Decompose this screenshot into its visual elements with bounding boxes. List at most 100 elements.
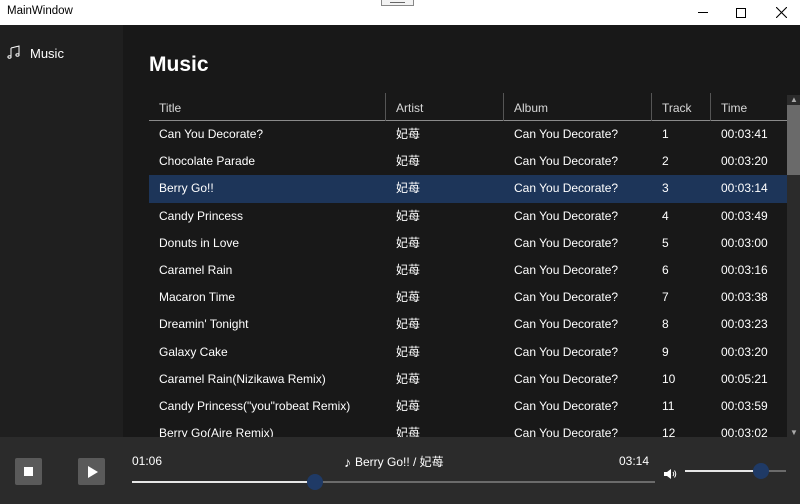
- table-scrollbar[interactable]: ▲ ▼: [787, 95, 800, 437]
- cell-artist: 妃苺: [396, 426, 421, 437]
- player-bar: 01:06 ♪ Berry Go!! / 妃苺 03:14: [0, 437, 800, 504]
- maximize-icon: [736, 7, 746, 18]
- table-row[interactable]: Caramel Rain 妃苺 Can You Decorate? 6 00:03:16: [149, 257, 787, 284]
- cell-album: Can You Decorate?: [514, 208, 619, 223]
- cell-track: 8: [662, 317, 669, 332]
- cell-track: 1: [662, 127, 669, 141]
- sidebar-item-music[interactable]: Music: [0, 40, 123, 66]
- tracks-table[interactable]: Title Artist Album Track Time Can You De…: [149, 93, 787, 437]
- cell-time: 00:03:02: [721, 426, 768, 437]
- cell-track: 5: [662, 235, 669, 250]
- now-playing: ♪ Berry Go!! / 妃苺: [344, 453, 444, 470]
- cell-album: Can You Decorate?: [514, 317, 619, 332]
- table-row[interactable]: Dreamin' Tonight 妃苺 Can You Decorate? 8 00:0…: [149, 311, 787, 338]
- cell-title: Candy Princess("you"robeat Remix): [159, 398, 351, 413]
- cell-album: Can You Decorate?: [514, 398, 619, 413]
- cell-title: Berry Go!!: [159, 181, 214, 196]
- cell-album: Can You Decorate?: [514, 181, 619, 196]
- cell-title: Macaron Time: [159, 290, 236, 305]
- seek-thumb[interactable]: [307, 474, 324, 490]
- column-header-album[interactable]: Album: [504, 93, 652, 121]
- cell-artist: 妃苺: [396, 371, 421, 386]
- stop-icon: [24, 467, 33, 476]
- table-row[interactable]: Donuts in Love 妃苺 Can You Decorate? 5 00:03:…: [149, 230, 787, 257]
- page-title: Music: [149, 53, 209, 76]
- column-header-title[interactable]: Title: [149, 93, 386, 121]
- table-row[interactable]: Candy Princess("you"robeat Remix) 妃苺 Can Y…: [149, 393, 787, 420]
- cell-artist: 妃苺: [396, 262, 421, 277]
- seek-slider[interactable]: [132, 474, 655, 490]
- column-header-track[interactable]: Track: [652, 93, 711, 121]
- table-row[interactable]: Chocolate Parade 妃苺 Can You Decorate? 2 00:0…: [149, 148, 787, 175]
- cell-time: 00:03:16: [721, 262, 768, 277]
- cell-album: Can You Decorate?: [514, 426, 619, 437]
- close-button[interactable]: [758, 0, 800, 25]
- cell-title: Galaxy Cake: [159, 344, 228, 359]
- cell-time: 00:03:14: [721, 181, 768, 196]
- now-playing-text: Berry Go!! / 妃苺: [355, 455, 444, 469]
- window-titlebar: MainWindow: [0, 0, 800, 25]
- cell-title: Caramel Rain: [159, 262, 233, 277]
- stop-button[interactable]: [15, 458, 42, 485]
- cell-time: 00:03:38: [721, 290, 768, 305]
- cell-album: Can You Decorate?: [514, 154, 619, 169]
- cell-artist: 妃苺: [396, 317, 421, 332]
- cell-title: Caramel Rain(Nizikawa Remix): [159, 371, 326, 386]
- cell-time: 00:03:41: [721, 127, 768, 141]
- scroll-up-icon[interactable]: ▲: [790, 95, 798, 104]
- main-content: Music Title Artist Album Track Time Can …: [123, 25, 800, 437]
- table-row[interactable]: Caramel Rain(Nizikawa Remix) 妃苺 Can You De…: [149, 366, 787, 393]
- play-button[interactable]: [78, 458, 105, 485]
- cell-track: 11: [662, 398, 675, 413]
- cell-track: 12: [662, 426, 676, 437]
- cell-artist: 妃苺: [396, 127, 421, 141]
- seek-progress: [132, 481, 316, 483]
- cell-track: 4: [662, 208, 669, 223]
- table-row[interactable]: Berry Go(Aire Remix) 妃苺 Can You Decorate? 1…: [149, 420, 787, 437]
- cell-album: Can You Decorate?: [514, 235, 619, 250]
- cell-artist: 妃苺: [396, 208, 421, 223]
- table-row[interactable]: Candy Princess 妃苺 Can You Decorate? 4 00:03:…: [149, 203, 787, 230]
- cell-track: 10: [662, 371, 676, 386]
- scrollbar-thumb[interactable]: [787, 105, 800, 175]
- table-row[interactable]: Macaron Time 妃苺 Can You Decorate? 7 00:03:38: [149, 284, 787, 311]
- table-row[interactable]: Galaxy Cake 妃苺 Can You Decorate? 9 00:03:20: [149, 339, 787, 366]
- cell-track: 2: [662, 154, 669, 169]
- cell-track: 9: [662, 344, 669, 359]
- music-notes-icon: [7, 45, 20, 59]
- cell-track: 7: [662, 290, 669, 305]
- close-icon: [775, 7, 787, 18]
- volume-level: [685, 470, 761, 472]
- cell-album: Can You Decorate?: [514, 127, 619, 141]
- cell-title: Donuts in Love: [159, 235, 240, 250]
- cell-time: 00:03:23: [721, 317, 768, 332]
- scroll-down-icon[interactable]: ▼: [790, 428, 798, 437]
- window-title: MainWindow: [7, 5, 73, 17]
- play-icon: [87, 465, 98, 478]
- cell-track: 6: [662, 262, 669, 277]
- drag-handle[interactable]: [381, 0, 414, 6]
- cell-album: Can You Decorate?: [514, 344, 619, 359]
- volume-slider[interactable]: [685, 463, 786, 479]
- cell-title: Can You Decorate?: [159, 127, 264, 141]
- cell-artist: 妃苺: [396, 154, 421, 169]
- speaker-icon[interactable]: [663, 468, 677, 480]
- cell-time: 00:03:20: [721, 154, 768, 169]
- cell-title: Berry Go(Aire Remix): [159, 426, 274, 437]
- minimize-icon: [698, 12, 708, 13]
- table-row[interactable]: Can You Decorate? 妃苺 Can You Decorate? 1 00:…: [149, 121, 787, 148]
- cell-time: 00:03:49: [721, 208, 768, 223]
- cell-track: 3: [662, 181, 669, 196]
- cell-album: Can You Decorate?: [514, 290, 619, 305]
- column-header-time[interactable]: Time: [711, 93, 787, 121]
- table-row[interactable]: Berry Go!! 妃苺 Can You Decorate? 3 00:03:14: [149, 175, 787, 203]
- track-duration: 03:14: [619, 454, 650, 468]
- cell-artist: 妃苺: [396, 398, 421, 413]
- cell-title: Dreamin' Tonight: [159, 317, 249, 332]
- cell-time: 00:05:21: [721, 371, 768, 386]
- volume-thumb[interactable]: [752, 463, 769, 479]
- column-header-artist[interactable]: Artist: [386, 93, 504, 121]
- cell-album: Can You Decorate?: [514, 262, 619, 277]
- music-note-icon: ♪: [344, 453, 351, 470]
- table-header: Title Artist Album Track Time: [149, 93, 787, 121]
